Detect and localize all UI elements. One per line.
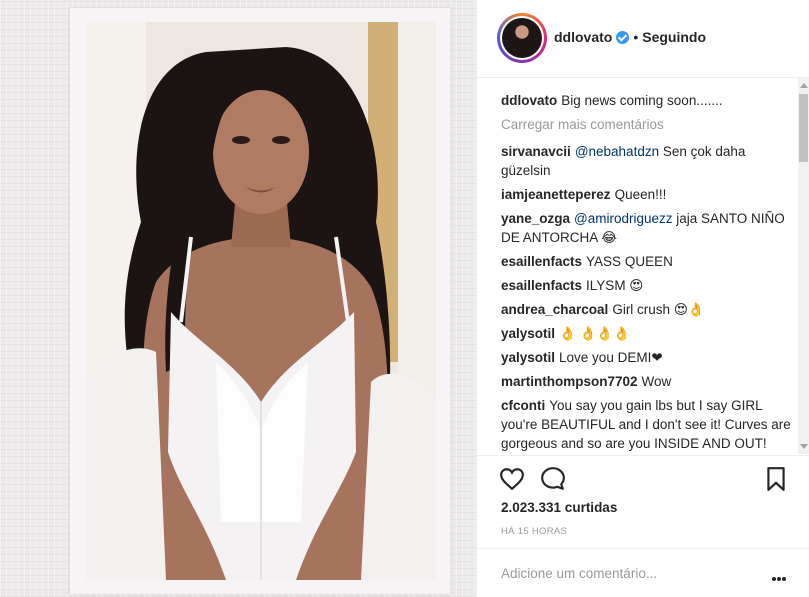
comment-item: cfconti You say you gain lbs but I say GI… bbox=[501, 396, 797, 453]
bookmark-icon[interactable] bbox=[763, 466, 789, 492]
comment-text: Queen!!! bbox=[614, 187, 667, 202]
heart-icon[interactable] bbox=[499, 466, 525, 492]
header-separator: • bbox=[633, 29, 639, 45]
load-more-comments-button[interactable]: Carregar mais comentários bbox=[501, 115, 797, 134]
post-timestamp[interactable]: HÁ 15 HORAS bbox=[501, 526, 567, 537]
post-actions bbox=[477, 455, 809, 501]
caption-text: Big news coming soon....... bbox=[561, 93, 723, 108]
scroll-up-arrow-icon[interactable] bbox=[800, 83, 808, 88]
post-panel: ddlovato • Seguindo ddlovato Big news com… bbox=[476, 0, 809, 597]
comment-text: 👌 👌👌👌 bbox=[559, 326, 631, 341]
scrollbar-thumb[interactable] bbox=[799, 94, 808, 162]
comment-text: Wow bbox=[641, 374, 672, 389]
comment-username[interactable]: esaillenfacts bbox=[501, 278, 582, 293]
post-media[interactable] bbox=[0, 0, 476, 597]
comment-username[interactable]: andrea_charcoal bbox=[501, 302, 608, 317]
comment-username[interactable]: yane_ozga bbox=[501, 211, 570, 226]
comment-item: esaillenfacts ILYSM 😍 bbox=[501, 276, 797, 295]
header-info: ddlovato • Seguindo bbox=[554, 29, 706, 45]
comment-item: yalysotil 👌 👌👌👌 bbox=[501, 324, 797, 343]
author-username[interactable]: ddlovato bbox=[554, 29, 612, 45]
add-comment-bar: Adicione um comentário... bbox=[477, 548, 809, 597]
post-photo bbox=[86, 22, 436, 580]
comment-mention[interactable]: @nebahatdzn bbox=[575, 144, 659, 159]
comment-username[interactable]: iamjeanetteperez bbox=[501, 187, 611, 202]
comment-username[interactable]: esaillenfacts bbox=[501, 254, 582, 269]
comment-username[interactable]: yalysotil bbox=[501, 350, 555, 365]
comment-item: yalysotil Love you DEMI❤ bbox=[501, 348, 797, 367]
comment-mention[interactable]: @amirodriguezz bbox=[574, 211, 673, 226]
avatar-image bbox=[502, 18, 542, 58]
add-comment-input[interactable]: Adicione um comentário... bbox=[501, 566, 657, 581]
comment-username[interactable]: cfconti bbox=[501, 398, 545, 413]
comments-scrollbar[interactable] bbox=[798, 78, 809, 454]
comment-text: Love you DEMI❤ bbox=[559, 350, 663, 365]
comment-username[interactable]: martinthompson7702 bbox=[501, 374, 638, 389]
avatar[interactable] bbox=[497, 13, 547, 63]
comment-text: Girl crush 😍👌 bbox=[612, 302, 705, 317]
caption: ddlovato Big news coming soon....... bbox=[501, 91, 797, 110]
scroll-down-arrow-icon[interactable] bbox=[800, 444, 808, 449]
follow-status-button[interactable]: Seguindo bbox=[642, 29, 706, 45]
caption-username[interactable]: ddlovato bbox=[501, 93, 557, 108]
comments-list[interactable]: ddlovato Big news coming soon....... Carr… bbox=[501, 78, 797, 454]
comment-item: iamjeanetteperez Queen!!! bbox=[501, 185, 797, 204]
more-options-icon[interactable] bbox=[772, 568, 788, 581]
verified-badge-icon bbox=[616, 30, 630, 44]
comment-text: ILYSM 😍 bbox=[586, 278, 644, 293]
comment-bubble-icon[interactable] bbox=[540, 466, 566, 492]
comment-text: YASS QUEEN bbox=[586, 254, 673, 269]
comment-item: andrea_charcoal Girl crush 😍👌 bbox=[501, 300, 797, 319]
comment-username[interactable]: yalysotil bbox=[501, 326, 555, 341]
comment-item: yane_ozga @amirodriguezz jaja SANTO NIÑO … bbox=[501, 209, 797, 247]
photo-illustration bbox=[86, 22, 436, 580]
comment-item: martinthompson7702 Wow bbox=[501, 372, 797, 391]
comment-username[interactable]: sirvanavcii bbox=[501, 144, 571, 159]
likes-count[interactable]: 2.023.331 curtidas bbox=[501, 500, 617, 515]
comment-item: esaillenfacts YASS QUEEN bbox=[501, 252, 797, 271]
post-header: ddlovato • Seguindo bbox=[477, 0, 809, 78]
comment-item: sirvanavcii @nebahatdzn Sen çok daha güze… bbox=[501, 142, 797, 180]
